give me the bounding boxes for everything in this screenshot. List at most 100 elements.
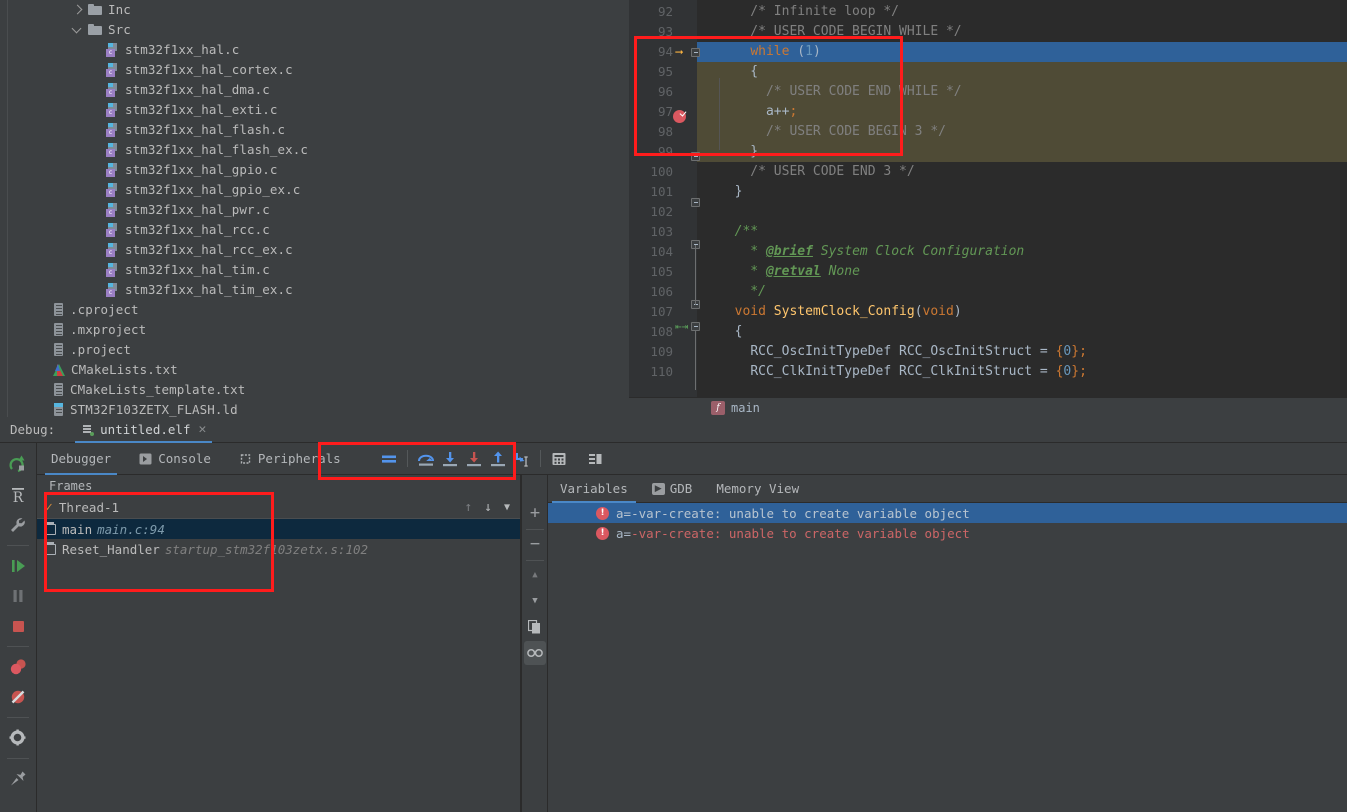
copy-value-button[interactable] [524, 615, 546, 639]
code-line[interactable]: RCC_OscInitTypeDef RCC_OscInitStruct = {… [697, 342, 1347, 362]
gear-icon[interactable] [4, 724, 32, 752]
frame-row[interactable]: main main.c:94 [37, 519, 520, 539]
tree-item[interactable]: Inc [0, 0, 629, 20]
variables-side-toolbar[interactable]: + − ▲ ▼ [522, 475, 548, 812]
chevron-down-icon[interactable]: ▼ [504, 502, 510, 513]
move-up-button[interactable]: ▲ [524, 563, 546, 587]
tree-item[interactable]: c stm32f1xx_hal_gpio.c [0, 160, 629, 180]
code-line[interactable]: /* USER CODE END WHILE */ [697, 82, 1347, 102]
tree-item[interactable]: c stm32f1xx_hal_flash_ex.c [0, 140, 629, 160]
tree-item[interactable]: c stm32f1xx_hal_rcc.c [0, 220, 629, 240]
tree-item[interactable]: c stm32f1xx_hal_dma.c [0, 80, 629, 100]
tree-item[interactable]: c stm32f1xx_hal_gpio_ex.c [0, 180, 629, 200]
code-line[interactable]: } [697, 182, 1347, 202]
step-out-button[interactable] [486, 447, 510, 471]
code-line[interactable]: */ [697, 282, 1347, 302]
layout-settings-button[interactable] [583, 447, 607, 471]
tree-item[interactable]: c stm32f1xx_hal_rcc_ex.c [0, 240, 629, 260]
pause-program-button[interactable] [4, 582, 32, 610]
wrench-icon[interactable] [4, 511, 32, 539]
remove-watch-button[interactable]: − [524, 532, 546, 556]
tree-item[interactable]: c stm32f1xx_hal_exti.c [0, 100, 629, 120]
tree-item[interactable]: c stm32f1xx_hal_pwr.c [0, 200, 629, 220]
tree-item[interactable]: c stm32f1xx_hal_flash.c [0, 120, 629, 140]
line-number: 101 [650, 184, 673, 199]
restore-layout-button[interactable]: R [4, 481, 32, 509]
folder-icon [88, 23, 103, 36]
tree-item[interactable]: c stm32f1xx_hal_cortex.c [0, 60, 629, 80]
breadcrumb[interactable]: f main [629, 397, 1347, 417]
tree-item[interactable]: .project [0, 340, 629, 360]
code-line[interactable]: /* USER CODE BEGIN 3 */ [697, 122, 1347, 142]
variable-row[interactable]: ! a = -var-create: unable to create varia… [548, 503, 1347, 523]
divider [521, 475, 522, 812]
add-watch-button[interactable]: + [524, 501, 546, 525]
chevron-down-icon[interactable] [72, 24, 84, 36]
step-into-button[interactable] [438, 447, 462, 471]
tab-peripherals[interactable]: Peripherals [225, 443, 355, 475]
fold-marker[interactable] [691, 48, 700, 57]
close-icon[interactable]: ✕ [198, 423, 206, 436]
pin-icon[interactable] [4, 765, 32, 793]
code-line[interactable]: while (1) [697, 42, 1347, 62]
force-step-into-button[interactable] [462, 447, 486, 471]
tab-debugger[interactable]: Debugger [37, 443, 125, 475]
tree-item[interactable]: .cproject [0, 300, 629, 320]
code-line[interactable]: } [697, 142, 1347, 162]
breakpoint-icon[interactable] [673, 110, 686, 123]
code-line[interactable]: { [697, 322, 1347, 342]
code-line[interactable]: /* USER CODE BEGIN WHILE */ [697, 22, 1347, 42]
debug-session-tab[interactable]: untitled.elf ✕ [75, 417, 213, 443]
code-line[interactable]: /* USER CODE END 3 */ [697, 162, 1347, 182]
tree-item[interactable]: c stm32f1xx_hal_tim.c [0, 260, 629, 280]
code-editor[interactable]: 92 /* Infinite loop */ 93 /* USER CODE BE… [629, 0, 1347, 417]
tree-item[interactable]: c stm32f1xx_hal.c [0, 40, 629, 60]
show-execution-point-button[interactable] [377, 447, 401, 471]
resume-program-button[interactable] [4, 552, 32, 580]
rerun-button[interactable] [4, 451, 32, 479]
variables-list[interactable]: ! a = -var-create: unable to create varia… [548, 503, 1347, 543]
stop-button[interactable] [4, 612, 32, 640]
tab-gdb[interactable]: ▶ GDB [640, 475, 705, 503]
frame-row[interactable]: Reset_Handler startup_stm32f103zetx.s:102 [37, 539, 520, 559]
mute-breakpoints-button[interactable] [4, 683, 32, 711]
chevron-right-icon[interactable] [72, 4, 84, 16]
tree-item[interactable]: c stm32f1xx_hal_tim_ex.c [0, 280, 629, 300]
arrow-up-icon[interactable]: ↑ [464, 500, 472, 515]
step-over-button[interactable] [414, 447, 438, 471]
tree-item[interactable]: CMakeLists_template.txt [0, 380, 629, 400]
tree-item[interactable]: Src [0, 20, 629, 40]
tab-memory-view[interactable]: Memory View [704, 475, 811, 503]
code-line[interactable]: void SystemClock_Config(void) [697, 302, 1347, 322]
code-line[interactable]: RCC_ClkInitTypeDef RCC_ClkInitStruct = {… [697, 362, 1347, 382]
project-tree-panel[interactable]: Inc Src c stm32f1xx_hal.c c stm32f1xx_hal_cor… [0, 0, 629, 417]
variable-row[interactable]: ! a = -var-create: unable to create varia… [548, 523, 1347, 543]
debug-side-toolbar[interactable]: R [0, 443, 37, 812]
code-line[interactable] [697, 202, 1347, 222]
tree-item[interactable]: CMakeLists.txt [0, 360, 629, 380]
view-breakpoints-button[interactable] [4, 653, 32, 681]
tab-variables[interactable]: Variables [548, 475, 640, 503]
move-down-button[interactable]: ▼ [524, 589, 546, 613]
watches-button[interactable] [524, 641, 546, 665]
c-file-icon: c [106, 203, 120, 217]
arrow-down-icon[interactable]: ↓ [484, 500, 492, 515]
top-area: Inc Src c stm32f1xx_hal.c c stm32f1xx_hal_cor… [0, 0, 1347, 417]
code-line[interactable]: * @brief System Clock Configuration [697, 242, 1347, 262]
fold-marker[interactable] [691, 152, 700, 161]
code-line[interactable]: a++; [697, 102, 1347, 122]
fold-marker[interactable] [691, 198, 700, 207]
tree-item[interactable]: STM32F103ZETX_FLASH.ld [0, 400, 629, 417]
thread-selector[interactable]: ✓ Thread-1 ↑ ↓ ▼ [37, 497, 520, 519]
frames-list[interactable]: main main.c:94 Reset_Handler startup_stm32f… [37, 519, 520, 559]
evaluate-expression-button[interactable] [547, 447, 571, 471]
code-line[interactable]: /** [697, 222, 1347, 242]
override-marker-icon[interactable]: ⇤⇥ [675, 320, 688, 333]
tree-item-label: stm32f1xx_hal_gpio.c [125, 162, 278, 177]
tab-console[interactable]: Console [125, 443, 225, 475]
run-to-cursor-button[interactable] [510, 447, 534, 471]
code-line[interactable]: * @retval None [697, 262, 1347, 282]
code-line[interactable]: /* Infinite loop */ [697, 2, 1347, 22]
tree-item[interactable]: .mxproject [0, 320, 629, 340]
code-line[interactable]: { [697, 62, 1347, 82]
